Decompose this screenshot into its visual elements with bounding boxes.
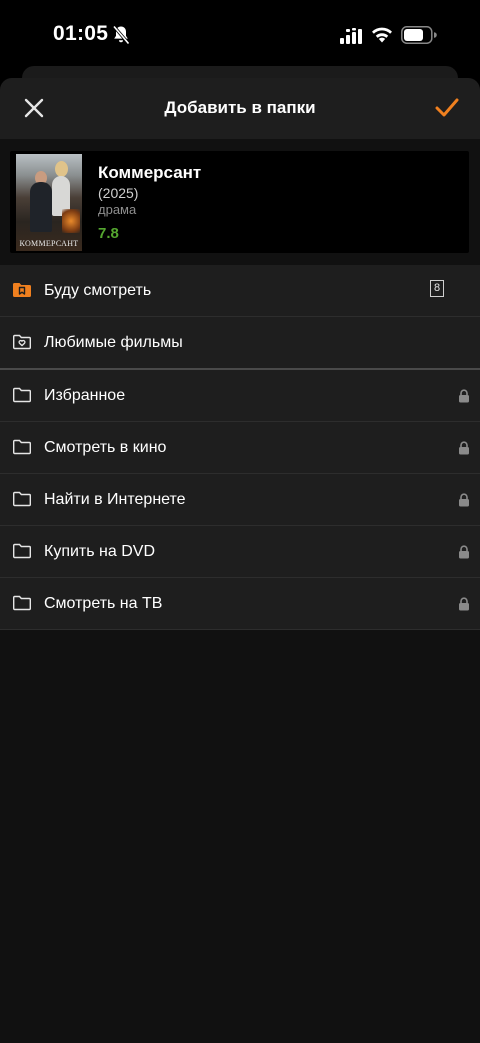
folder-label: Смотреть в кино <box>44 439 167 456</box>
status-time: 01:05 <box>53 22 109 45</box>
count-badge: 8 <box>430 280 444 297</box>
poster-caption: КОММЕРСАНТ <box>19 239 79 248</box>
folder-label: Найти в Интернете <box>44 491 186 508</box>
checkmark-icon <box>435 98 459 117</box>
folder-row-watch-on-tv[interactable]: Смотреть на ТВ <box>0 578 480 630</box>
movie-genre: драма <box>98 202 137 217</box>
sheet-title: Добавить в папки <box>164 98 316 117</box>
folder-label: Смотреть на ТВ <box>44 595 163 612</box>
folder-label: Купить на DVD <box>44 543 155 560</box>
battery-icon <box>401 26 437 44</box>
folder-icon <box>13 439 31 455</box>
folder-label: Любимые фильмы <box>44 334 183 351</box>
movie-title: Коммерсант <box>98 163 202 182</box>
folder-row-watch-later[interactable]: Буду смотреть 8 <box>0 265 480 317</box>
folder-list: Буду смотреть 8 Любимые фильмы Избранное <box>0 265 480 630</box>
folder-icon <box>13 543 31 559</box>
folder-row-find-online[interactable]: Найти в Интернете <box>0 474 480 526</box>
done-button[interactable] <box>428 90 466 126</box>
movie-poster: КОММЕРСАНТ <box>16 154 82 251</box>
bell-slash-icon <box>112 25 130 45</box>
folder-row-buy-dvd[interactable]: Купить на DVD <box>0 526 480 578</box>
folder-label: Избранное <box>44 387 126 404</box>
heart-folder-icon <box>13 334 31 350</box>
wifi-icon <box>372 27 392 43</box>
lock-icon <box>459 493 469 507</box>
lock-icon <box>459 597 469 611</box>
lock-icon <box>459 441 469 455</box>
movie-year: (2025) <box>98 185 139 201</box>
movie-card: КОММЕРСАНТ Коммерсант (2025) драма 7.8 <box>10 151 469 253</box>
folder-label: Буду смотреть <box>44 282 152 299</box>
folder-icon <box>13 491 31 507</box>
movie-rating: 7.8 <box>98 225 119 242</box>
folder-row-favorite-movies[interactable]: Любимые фильмы <box>0 317 480 370</box>
close-icon <box>24 98 44 118</box>
folder-row-favorites[interactable]: Избранное <box>0 370 480 422</box>
lock-icon <box>459 389 469 403</box>
sheet-header: Добавить в папки <box>0 78 480 139</box>
lock-icon <box>459 545 469 559</box>
close-button[interactable] <box>16 90 52 126</box>
status-bar: 01:05 <box>0 0 480 70</box>
bookmark-folder-icon <box>13 283 31 297</box>
folder-icon <box>13 595 31 611</box>
folder-row-watch-in-cinema[interactable]: Смотреть в кино <box>0 422 480 474</box>
folder-icon <box>13 387 31 403</box>
add-to-folders-sheet: Добавить в папки КОММЕРСАНТ Коммерсант (… <box>0 78 480 1043</box>
signal-icon <box>340 28 362 44</box>
